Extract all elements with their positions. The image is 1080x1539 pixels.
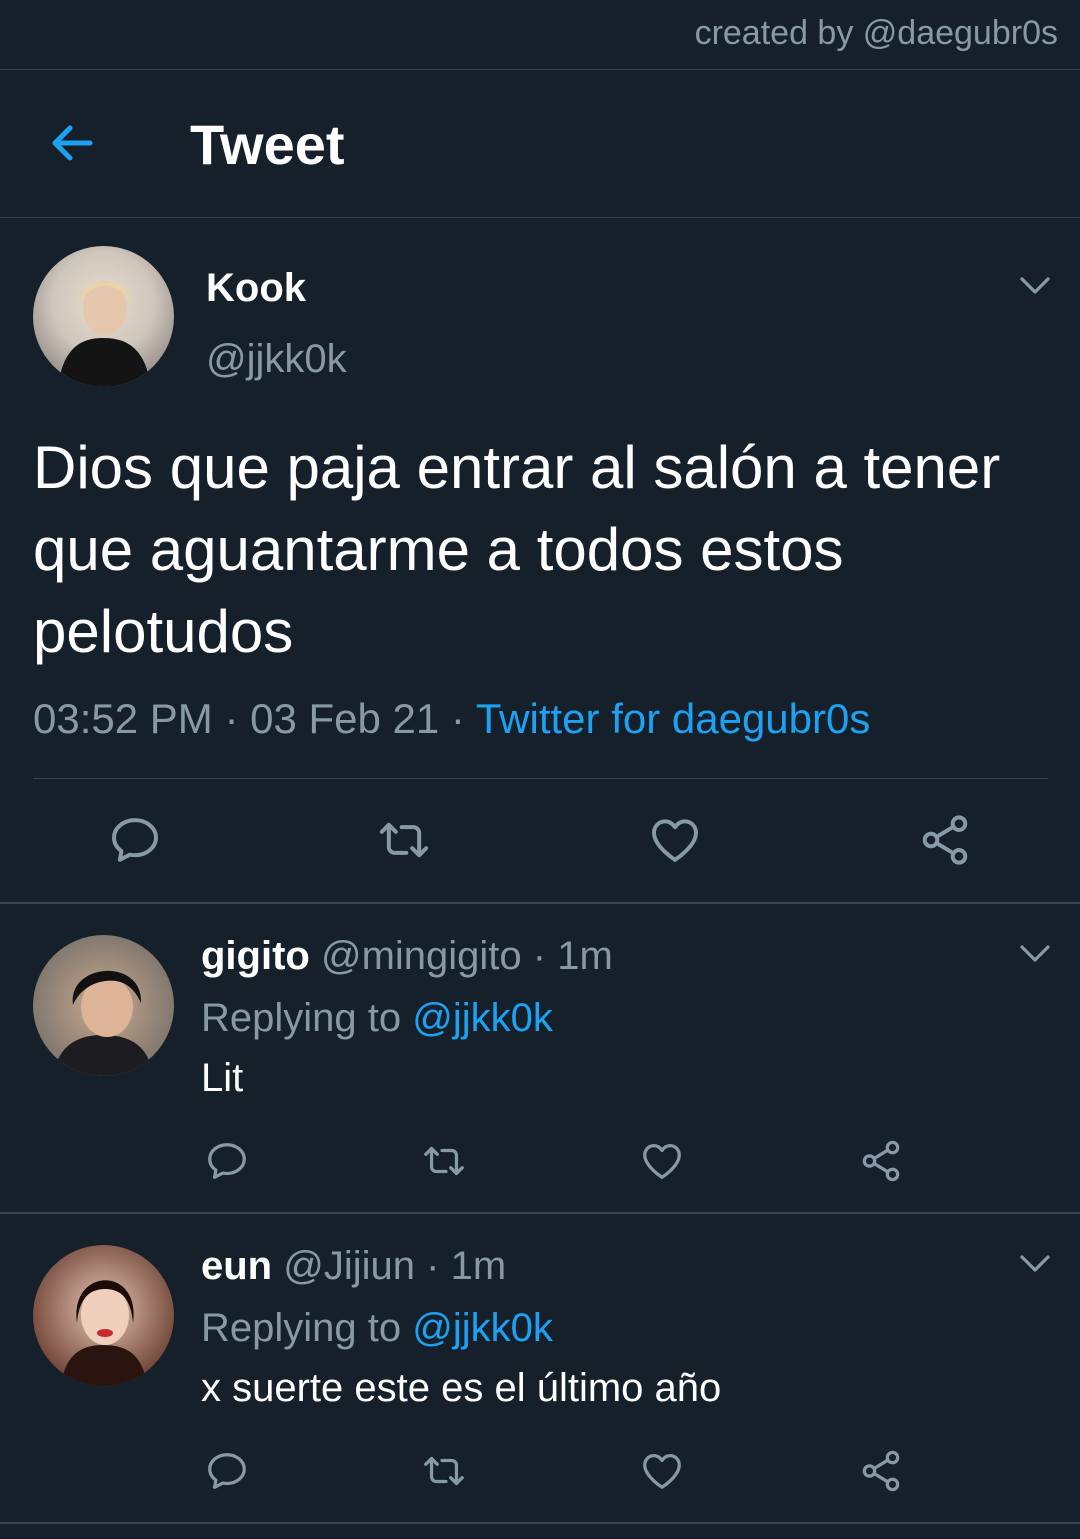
mention-link[interactable]: @jjkk0k <box>412 996 553 1040</box>
divider <box>0 1522 1080 1524</box>
tweet-source-link[interactable]: Twitter for daegubr0s <box>476 695 871 742</box>
author-handle[interactable]: @jjkk0k <box>206 337 347 382</box>
avatar[interactable] <box>33 935 174 1076</box>
mention-link[interactable]: @jjkk0k <box>412 1306 553 1350</box>
like-icon[interactable] <box>639 1448 685 1494</box>
reply-text: x suerte este es el último año <box>201 1366 722 1410</box>
tweet-meta: 03:52 PM · 03 Feb 21 · Twitter for daegu… <box>33 695 870 743</box>
share-icon[interactable] <box>917 812 973 868</box>
back-arrow-icon[interactable] <box>46 117 102 169</box>
reply-header: eun @Jijiun · 1m <box>201 1244 506 1289</box>
divider <box>0 902 1080 904</box>
reply-author-handle[interactable]: @Jijiun <box>283 1244 415 1288</box>
reply-icon[interactable] <box>204 1138 250 1184</box>
tweet-time: 03:52 PM <box>33 695 213 742</box>
meta-separator: · <box>439 695 476 742</box>
page-title: Tweet <box>190 113 345 176</box>
reply-text: Lit <box>201 1056 244 1100</box>
retweet-icon[interactable] <box>376 812 432 868</box>
retweet-icon[interactable] <box>421 1138 467 1184</box>
tweet-text: Dios que paja entrar al salón a tener qu… <box>33 434 1001 665</box>
reply-icon[interactable] <box>107 812 163 868</box>
reply-author-name[interactable]: eun <box>201 1244 272 1288</box>
chevron-down-icon[interactable] <box>1018 274 1052 298</box>
reply-author-handle[interactable]: @mingigito <box>321 934 522 978</box>
chevron-down-icon[interactable] <box>1018 942 1052 966</box>
main-divider <box>33 778 1048 779</box>
avatar[interactable] <box>33 246 174 387</box>
replying-to: Replying to @jjkk0k <box>201 996 553 1040</box>
author-name[interactable]: Kook <box>206 266 306 311</box>
meta-separator: · <box>212 695 251 742</box>
avatar[interactable] <box>33 1245 174 1386</box>
retweet-icon[interactable] <box>421 1448 467 1494</box>
reply-author-name[interactable]: gigito <box>201 934 310 978</box>
replying-to: Replying to @jjkk0k <box>201 1306 553 1350</box>
like-icon[interactable] <box>647 812 703 868</box>
watermark: created by @daegubr0s <box>694 14 1058 52</box>
share-icon[interactable] <box>858 1138 904 1184</box>
header-divider <box>0 217 1080 218</box>
reply-icon[interactable] <box>204 1448 250 1494</box>
share-icon[interactable] <box>858 1448 904 1494</box>
chevron-down-icon[interactable] <box>1018 1252 1052 1276</box>
tweet-date: 03 Feb 21 <box>250 695 440 742</box>
reply-header: gigito @mingigito · 1m <box>201 934 613 979</box>
like-icon[interactable] <box>639 1138 685 1184</box>
reply-time: · 1m <box>532 934 613 978</box>
app-header: Tweet <box>0 70 1080 217</box>
reply-time: · 1m <box>426 1244 507 1288</box>
divider <box>0 1212 1080 1214</box>
